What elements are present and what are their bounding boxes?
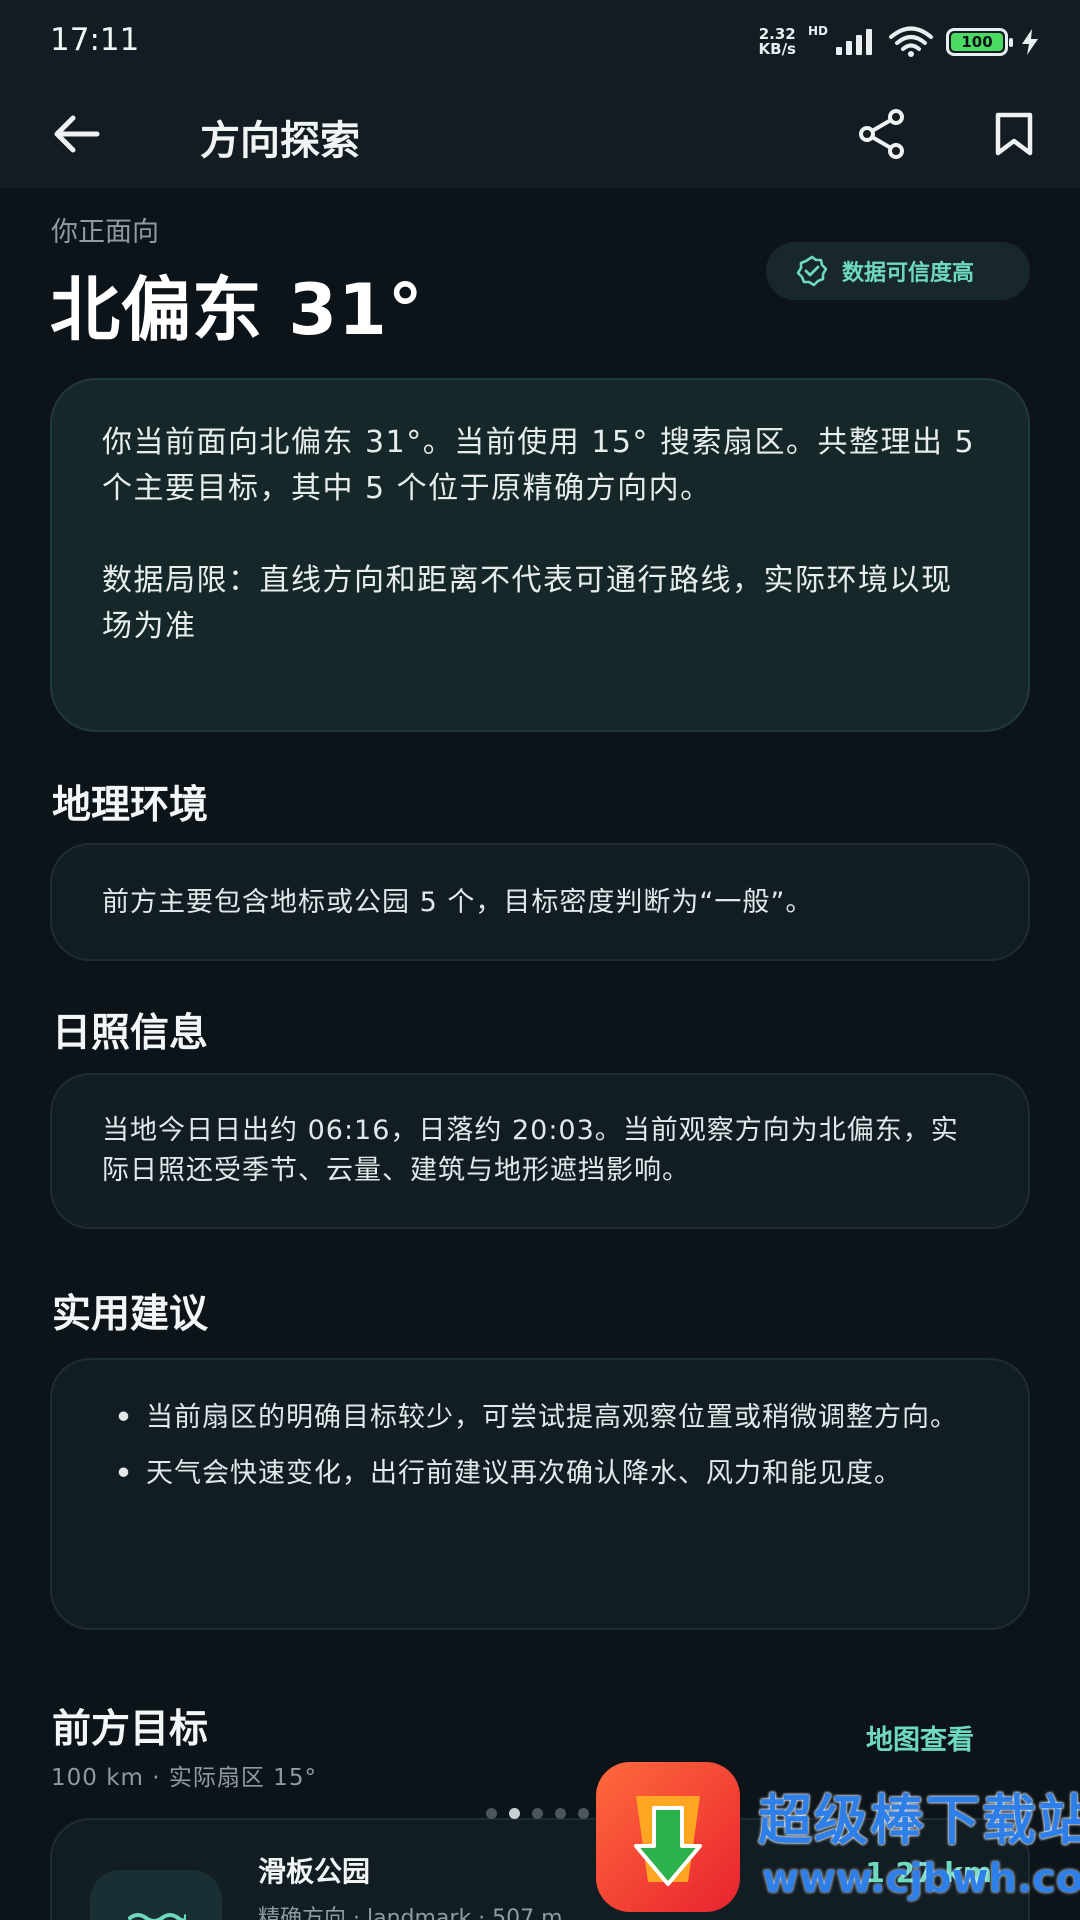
verified-icon	[796, 255, 828, 287]
arrow-left-icon	[54, 115, 100, 153]
watermark-logo-icon	[596, 1762, 740, 1912]
status-bar: 17:11 2.32 KB/s HD 100	[0, 0, 1080, 82]
facing-label: 你正面向	[51, 217, 159, 248]
download-arrow-icon	[634, 1796, 702, 1886]
section-title-sun: 日照信息	[52, 1011, 209, 1056]
section-title-tips: 实用建议	[52, 1292, 209, 1337]
watermark: 超级棒下载站 www.cjbwh.com	[596, 1762, 1080, 1920]
summary-paragraph: 你当前面向北偏东 31°。当前使用 15° 搜索扇区。共整理出 5 个主要目标，…	[102, 425, 976, 506]
charging-icon	[1022, 29, 1038, 55]
page-dot-active	[509, 1808, 520, 1819]
confidence-badge: 数据可信度高	[766, 242, 1030, 300]
share-icon	[859, 109, 904, 159]
signal-icon	[836, 29, 872, 55]
status-time: 17:11	[50, 22, 140, 58]
tip-item: • 天气会快速变化，出行前建议再次确认降水、风力和能见度。	[102, 1454, 978, 1494]
wifi-icon	[889, 26, 933, 57]
status-icons: 2.32 KB/s HD 100	[759, 24, 1040, 60]
tip-item: • 当前扇区的明确目标较少，可尝试提高观察位置或稍微调整方向。	[102, 1398, 978, 1438]
page-dot	[578, 1808, 589, 1819]
sun-text: 当地今日日出约 06:16，日落约 20:03。当前观察方向为北偏东，实际日照还…	[102, 1115, 959, 1186]
page-dot	[486, 1808, 497, 1819]
geo-card: 前方主要包含地标或公园 5 个，目标密度判断为“一般”。	[50, 843, 1030, 961]
tip-text: 天气会快速变化，出行前建议再次确认降水、风力和能见度。	[146, 1458, 902, 1489]
waves-icon	[128, 1913, 186, 1920]
tips-card: • 当前扇区的明确目标较少，可尝试提高观察位置或稍微调整方向。 • 天气会快速变化，…	[50, 1358, 1030, 1630]
map-view-link[interactable]: 地图查看	[866, 1718, 974, 1757]
app-bar: 方向探索	[0, 82, 1080, 188]
bullet: •	[114, 1458, 134, 1489]
data-limitation-note: 数据局限：直线方向和距离不代表可通行路线，实际环境以现场为准	[102, 563, 953, 644]
network-speed: 2.32 KB/s	[759, 27, 796, 57]
section-title-geo: 地理环境	[52, 783, 209, 828]
share-button[interactable]	[852, 104, 912, 164]
bookmark-icon	[995, 112, 1033, 156]
target-icon-tile	[90, 1870, 222, 1920]
section-title-targets: 前方目标	[52, 1707, 209, 1752]
page-dot	[532, 1808, 543, 1819]
page-title: 方向探索	[200, 118, 360, 164]
network-speed-unit: KB/s	[758, 40, 796, 58]
screen: 17:11 2.32 KB/s HD 100 方向探索 你正面向 北偏东 31°…	[0, 0, 1080, 1920]
battery-icon: 100	[946, 28, 1013, 56]
bullet: •	[114, 1402, 134, 1433]
watermark-title: 超级棒下载站	[758, 1789, 1080, 1852]
targets-meta: 100 km · 实际扇区 15°	[51, 1765, 317, 1791]
back-button[interactable]	[46, 104, 106, 164]
battery-level: 100	[951, 33, 1003, 51]
bookmark-button[interactable]	[984, 104, 1044, 164]
sun-card: 当地今日日出约 06:16，日落约 20:03。当前观察方向为北偏东，实际日照还…	[50, 1073, 1030, 1229]
tip-text: 当前扇区的明确目标较少，可尝试提高观察位置或稍微调整方向。	[146, 1402, 958, 1433]
geo-text: 前方主要包含地标或公园 5 个，目标密度判断为“一般”。	[102, 887, 814, 918]
confidence-text: 数据可信度高	[842, 261, 975, 286]
summary-card: 你当前面向北偏东 31°。当前使用 15° 搜索扇区。共整理出 5 个主要目标，…	[50, 378, 1030, 732]
watermark-url: www.cjbwh.com	[762, 1856, 1080, 1902]
page-dot	[555, 1808, 566, 1819]
hd-label: HD	[807, 24, 828, 38]
page-indicator	[486, 1808, 589, 1819]
target-name: 滑板公园	[258, 1855, 371, 1888]
tips-list: • 当前扇区的明确目标较少，可尝试提高观察位置或稍微调整方向。 • 天气会快速变化，…	[102, 1398, 978, 1494]
facing-direction: 北偏东 31°	[50, 269, 424, 351]
target-meta: 精确方向 · landmark · 507 m	[258, 1906, 563, 1920]
